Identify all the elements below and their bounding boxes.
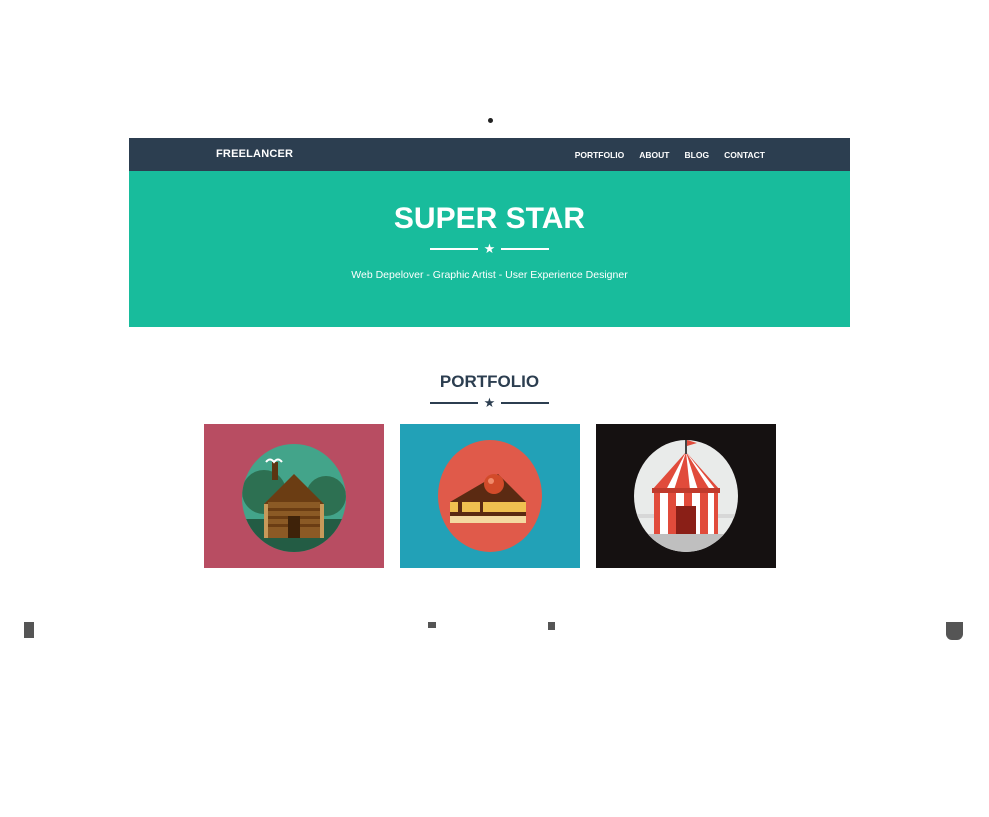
- nav-links: PORTFOLIO ABOUT BLOG CONTACT: [575, 150, 765, 160]
- nav-link-blog[interactable]: BLOG: [685, 150, 710, 160]
- portfolio-item-cake[interactable]: [400, 424, 580, 568]
- hero-divider: ★: [129, 242, 850, 255]
- portfolio-divider: ★: [129, 396, 850, 409]
- stand-mid-right: [548, 622, 555, 630]
- star-icon: ★: [483, 241, 496, 256]
- divider-line-left: [429, 247, 478, 250]
- divider-line-right: [501, 401, 550, 404]
- portfolio-item-cabin[interactable]: [204, 424, 384, 568]
- hero-title: SUPER STAR: [393, 202, 586, 235]
- divider-line-right: [501, 247, 550, 250]
- cabin-icon: [242, 444, 346, 552]
- navbar: FREELANCER PORTFOLIO ABOUT BLOG CONTACT: [129, 138, 850, 171]
- portfolio-item-circus[interactable]: [596, 424, 776, 568]
- portfolio-heading: PORTFOLIO: [439, 372, 540, 391]
- portfolio-grid: [204, 424, 776, 568]
- divider-line-left: [429, 401, 478, 404]
- nav-link-contact[interactable]: CONTACT: [724, 150, 765, 160]
- camera-dot: [488, 118, 493, 123]
- brand-logo[interactable]: FREELANCER: [216, 148, 293, 160]
- monitor-screen: FREELANCER PORTFOLIO ABOUT BLOG CONTACT …: [129, 138, 850, 598]
- circus-tent-icon: [634, 440, 738, 552]
- stand-left: [24, 622, 34, 638]
- nav-link-portfolio[interactable]: PORTFOLIO: [575, 150, 625, 160]
- hero-subtitle: Web Depelover - Graphic Artist - User Ex…: [351, 269, 628, 281]
- stand-right: [946, 622, 963, 640]
- stand-mid-left: [428, 622, 436, 628]
- cake-icon: [438, 440, 542, 552]
- star-icon: ★: [483, 395, 496, 410]
- hero-section: SUPER STAR ★ Web Depelover - Graphic Art…: [129, 171, 850, 327]
- nav-link-about[interactable]: ABOUT: [639, 150, 669, 160]
